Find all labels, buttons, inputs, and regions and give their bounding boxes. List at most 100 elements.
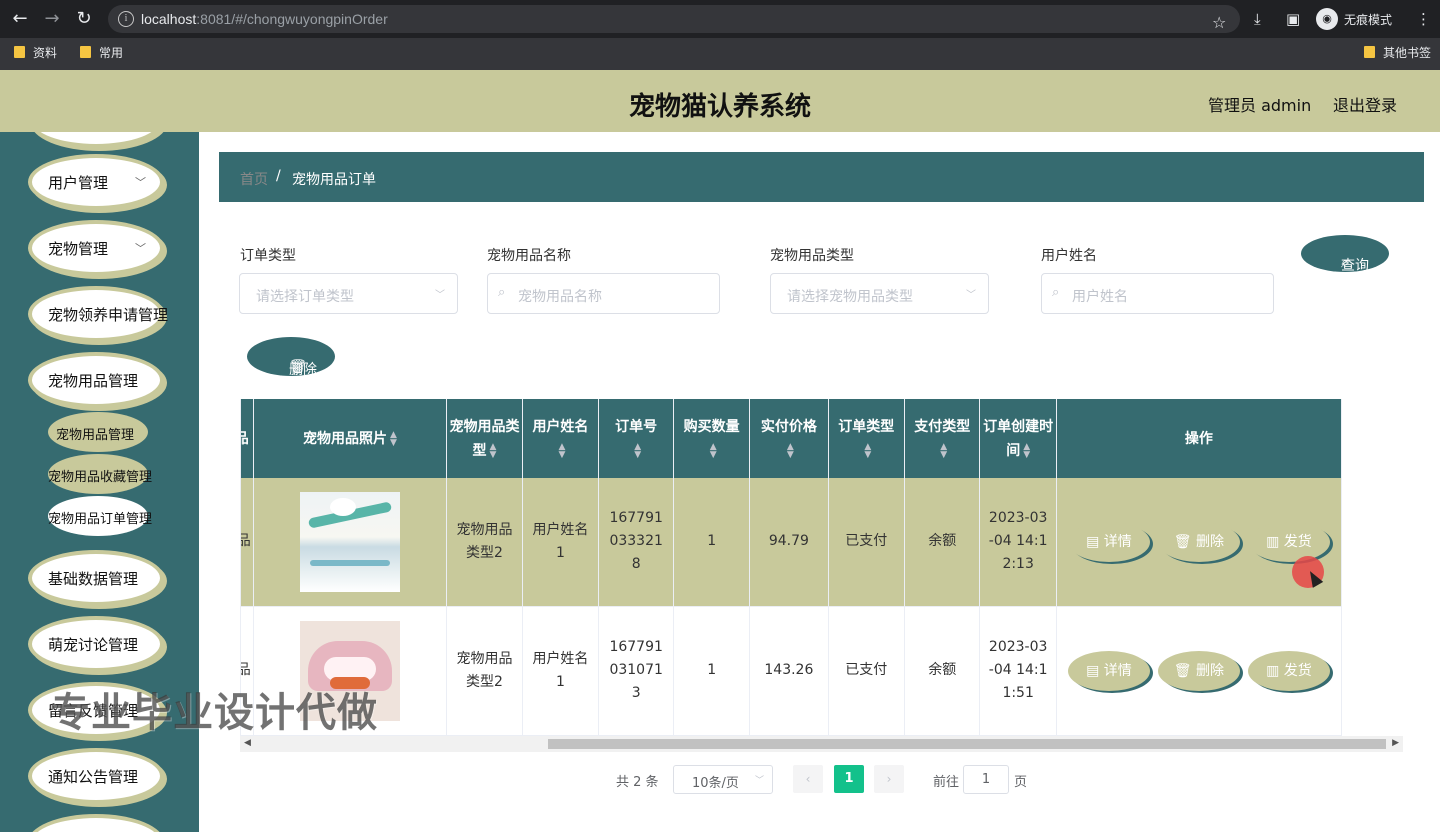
detail-button[interactable]: ▤ 详情: [1067, 650, 1150, 691]
delete-button[interactable]: 🗑 删除: [1157, 521, 1240, 562]
item-name-input[interactable]: ⌕ 宠物用品名称: [487, 273, 720, 314]
breadcrumb-current: 宠物用品订单: [292, 172, 376, 188]
sidebar-sub-orders[interactable]: 宠物用品订单管理: [48, 496, 152, 536]
back-icon[interactable]: ←: [10, 9, 30, 29]
column-header[interactable]: 订单创建时间 ▲ ▼: [979, 399, 1057, 478]
query-button[interactable]: 查询 ⌕: [1301, 235, 1389, 274]
table-cell: ▤ 详情 🗑 删除 ▥ 发货: [1056, 606, 1343, 736]
address-bar[interactable]: i localhost:8081/#/chongwuyongpinOrder ☆: [108, 5, 1240, 33]
table-cell: 余额: [904, 478, 981, 607]
product-image[interactable]: [300, 491, 401, 592]
sort-icon[interactable]: ▲ ▼: [490, 442, 497, 459]
column-header[interactable]: 支付类型 ▲ ▼: [904, 399, 981, 478]
ship-button[interactable]: ▥ 发货: [1247, 650, 1330, 691]
breadcrumb-home[interactable]: 首页: [240, 169, 268, 189]
ship-button[interactable]: ▥ 发货: [1247, 521, 1330, 562]
goto-page-input[interactable]: 1: [963, 765, 1009, 794]
table-cell: 1: [673, 478, 751, 607]
bookmark-folder[interactable]: 资料: [14, 45, 57, 61]
prev-page-button[interactable]: ‹: [793, 765, 823, 793]
site-info-icon[interactable]: i: [118, 11, 134, 27]
column-header[interactable]: 宠物用品类型 ▲ ▼: [446, 399, 523, 478]
bookmark-star-icon[interactable]: ☆: [1212, 14, 1226, 32]
column-header: 品: [241, 399, 254, 478]
sidebar-item-adoption[interactable]: 宠物领养申请管理: [28, 286, 168, 342]
sidebar-item-discussion[interactable]: 萌宠讨论管理: [28, 616, 164, 672]
more-menu-icon[interactable]: ⋮: [1416, 10, 1431, 28]
detail-button[interactable]: ▤ 详情: [1067, 521, 1150, 562]
folder-icon: [1364, 46, 1375, 58]
table-cell: 用户姓名1: [522, 478, 600, 607]
table-cell: ▤ 详情 🗑 删除 ▥ 发货: [1056, 478, 1343, 607]
folder-icon: [80, 46, 91, 58]
download-icon[interactable]: ⤓: [1254, 10, 1261, 28]
table-cell: 宠物用品类型2: [446, 606, 523, 736]
column-header[interactable]: 购买数量 ▲ ▼: [673, 399, 751, 478]
admin-label: 管理员 admin: [1208, 96, 1312, 115]
table-cell: 已支付: [828, 606, 906, 736]
sidebar-sub-favorites[interactable]: 宠物用品收藏管理: [48, 454, 152, 494]
sidepanel-icon[interactable]: ▣: [1286, 10, 1300, 28]
table-cell: 品: [241, 478, 254, 607]
batch-delete-button[interactable]: 🗑 删除: [247, 337, 335, 378]
item-type-select[interactable]: 请选择宠物用品类型 ﹀: [770, 273, 989, 314]
sort-icon[interactable]: ▲ ▼: [864, 442, 871, 459]
watermark-text: 专业毕业设计代做: [50, 690, 378, 736]
page-number-current[interactable]: 1: [834, 765, 864, 793]
table-cell: 宠物用品类型2: [446, 478, 523, 607]
sidebar-item-base-data[interactable]: 基础数据管理: [28, 550, 164, 606]
sidebar-item-more[interactable]: [28, 814, 164, 832]
goto-label: 前往: [933, 775, 960, 790]
sort-icon[interactable]: ▲ ▼: [558, 442, 565, 459]
sidebar-item-users[interactable]: 用户管理 ﹀: [28, 154, 164, 210]
column-header[interactable]: 订单类型 ▲ ▼: [828, 399, 906, 478]
orders-table: 品 宠物用品照片▲▼ 宠物用品类型▲▼ 用户姓名▲▼ 订单号▲▼ 购买数量▲▼ …: [240, 399, 1403, 736]
sidebar-item-supplies[interactable]: 宠物用品管理: [28, 352, 164, 408]
column-header[interactable]: 用户姓名 ▲ ▼: [522, 399, 600, 478]
other-bookmarks[interactable]: 其他书签: [1364, 45, 1431, 61]
delete-button[interactable]: 🗑 删除: [1157, 650, 1240, 691]
forward-icon[interactable]: →: [42, 9, 62, 29]
column-header[interactable]: 实付价格 ▲ ▼: [749, 399, 829, 478]
sort-icon[interactable]: ▲ ▼: [787, 442, 794, 459]
user-name-input[interactable]: ⌕ 用户姓名: [1041, 273, 1274, 314]
sidebar-item-top[interactable]: [28, 132, 164, 148]
bookmark-folder[interactable]: 常用: [80, 45, 123, 61]
order-type-select[interactable]: 请选择订单类型 ﹀: [239, 273, 458, 314]
column-header[interactable]: 宠物用品照片 ▲ ▼: [253, 399, 448, 478]
item-name-label: 宠物用品名称: [487, 248, 571, 264]
breadcrumb: 首页 / 宠物用品订单: [219, 152, 1424, 202]
trash-icon: 🗑: [1173, 533, 1192, 550]
sidebar-item-notices[interactable]: 通知公告管理: [28, 748, 164, 804]
horizontal-scrollbar[interactable]: ◀ ▶: [240, 736, 1403, 752]
page-size-select[interactable]: 10条/页 ﹀: [673, 765, 773, 794]
sort-icon[interactable]: ▲ ▼: [1023, 442, 1030, 459]
scroll-right-icon[interactable]: ▶: [1392, 738, 1399, 748]
logout-link[interactable]: 退出登录: [1333, 92, 1397, 116]
user-name-label: 用户姓名: [1041, 248, 1097, 264]
sort-icon[interactable]: ▲ ▼: [940, 442, 947, 459]
table-cell: 1677910310713: [598, 606, 675, 736]
sidebar-sub-supplies[interactable]: 宠物用品管理: [48, 412, 148, 452]
table-row[interactable]: 品 宠物用品类型2 用户姓名1 1677910333218 1 94.79 已支…: [241, 478, 1343, 607]
book-icon: ▥: [1266, 533, 1280, 550]
column-header[interactable]: 订单号 ▲ ▼: [598, 399, 675, 478]
breadcrumb-separator: /: [276, 168, 281, 184]
book-icon: ▥: [1266, 662, 1280, 679]
page-unit-label: 页: [1014, 775, 1028, 790]
scrollbar-thumb[interactable]: [548, 739, 1386, 749]
sort-icon[interactable]: ▲ ▼: [390, 430, 397, 447]
sort-icon[interactable]: ▲ ▼: [710, 442, 717, 459]
sidebar-item-pets[interactable]: 宠物管理 ﹀: [28, 220, 164, 276]
next-page-button[interactable]: ›: [874, 765, 904, 793]
pagination-total: 共 2 条: [616, 775, 659, 790]
table-cell: 已支付: [828, 478, 906, 607]
table-row[interactable]: 品 宠物用品类型2 用户姓名1 1677910310713 1 143.26 已…: [241, 606, 1343, 736]
incognito-icon[interactable]: ◉: [1316, 8, 1338, 30]
browser-toolbar: ← → ↻ i localhost:8081/#/chongwuyongpinO…: [0, 0, 1440, 38]
table-cell: 2023-03-04 14:11:51: [979, 606, 1057, 736]
column-header: 操作: [1056, 399, 1343, 478]
sort-icon[interactable]: ▲ ▼: [634, 442, 641, 459]
reload-icon[interactable]: ↻: [74, 9, 94, 29]
scroll-left-icon[interactable]: ◀: [244, 738, 251, 748]
